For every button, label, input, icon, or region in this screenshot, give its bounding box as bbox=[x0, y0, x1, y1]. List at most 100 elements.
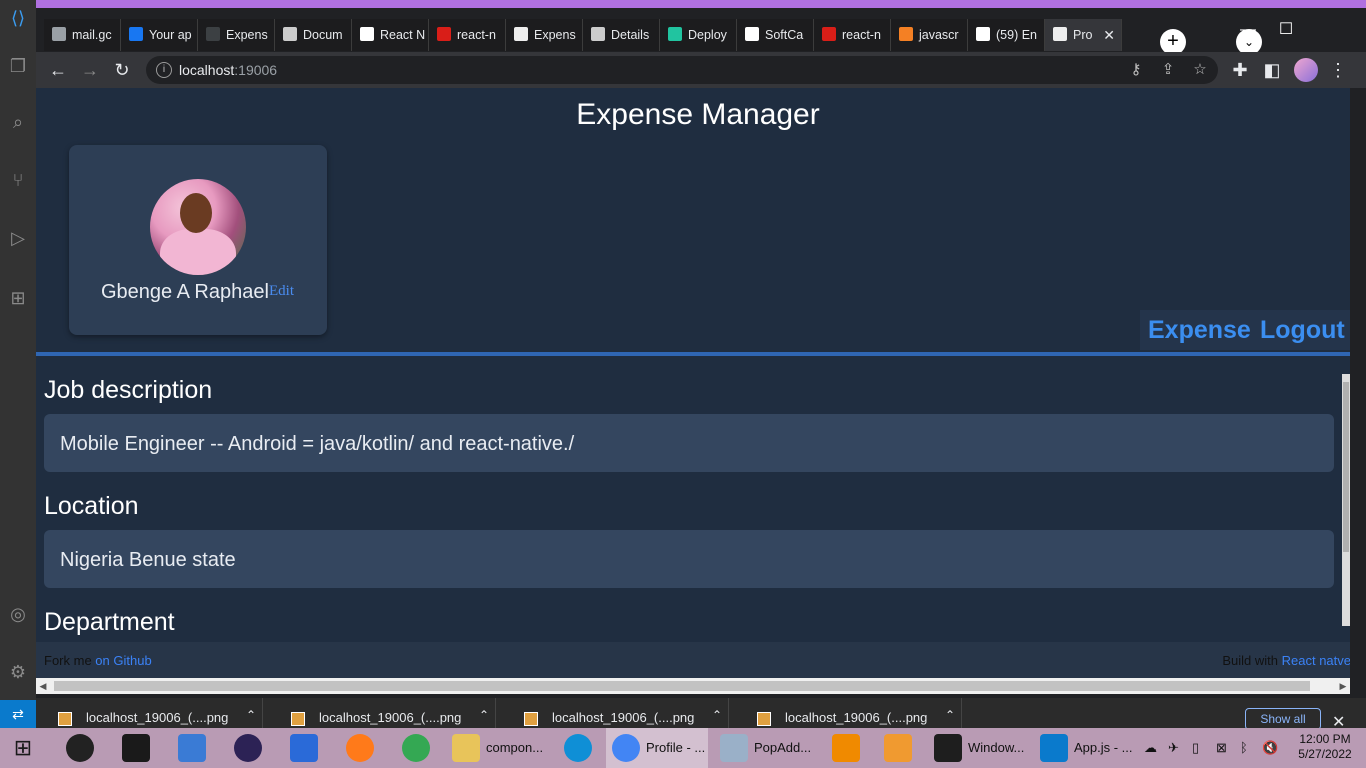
search-icon[interactable]: ⌕ bbox=[8, 112, 28, 132]
system-clock[interactable]: 12:00 PM 5/27/2022 bbox=[1290, 732, 1360, 762]
browser-tab[interactable]: (59) En bbox=[968, 19, 1045, 51]
minimize-button[interactable]: — bbox=[1232, 16, 1264, 44]
close-tab-icon[interactable]: ✕ bbox=[1103, 19, 1115, 51]
chevron-up-icon[interactable]: ⌃ bbox=[945, 708, 955, 722]
onedrive-icon[interactable]: ☁ bbox=[1144, 728, 1157, 768]
horizontal-scrollbar[interactable]: ◀ ▶ bbox=[36, 678, 1350, 694]
bookmark-star-icon[interactable]: ☆ bbox=[1188, 58, 1212, 82]
download-item[interactable]: localhost_19006_(....png ⌃ bbox=[269, 698, 496, 728]
taskbar-app[interactable]: PopAdd... bbox=[714, 728, 814, 768]
web-page: Expense Manager Gbenge A Raphael Edit Ex… bbox=[36, 88, 1350, 686]
windows-start-icon[interactable]: ⊞ bbox=[8, 736, 38, 760]
taskbar-app[interactable]: App.js - ... bbox=[1034, 728, 1134, 768]
taskbar-app[interactable] bbox=[284, 728, 320, 768]
image-file-icon bbox=[757, 712, 771, 726]
edit-profile-link[interactable]: Edit bbox=[269, 283, 294, 300]
extensions-icon[interactable]: ⊞ bbox=[8, 288, 28, 308]
browser-tab[interactable]: Deploy bbox=[660, 19, 737, 51]
chrome-icon bbox=[402, 734, 430, 762]
browser-tab[interactable]: Details bbox=[583, 19, 660, 51]
taskbar-app-active[interactable]: Profile - ... bbox=[606, 728, 708, 768]
airplane-mode-icon[interactable]: ✈ bbox=[1168, 728, 1179, 768]
tab-strip: mail.gc Your ap Expens Docum React N rea… bbox=[44, 19, 1150, 51]
media-player-icon bbox=[884, 734, 912, 762]
share-icon[interactable]: ⇪ bbox=[1156, 58, 1180, 82]
url-text[interactable]: localhost:19006 bbox=[179, 56, 277, 84]
download-item[interactable]: localhost_19006_(....png ⌃ bbox=[36, 698, 263, 728]
show-all-button[interactable]: Show all bbox=[1245, 708, 1321, 730]
settings-gear-icon[interactable]: ⚙ bbox=[8, 662, 28, 682]
site-info-icon[interactable]: i bbox=[156, 62, 172, 78]
lightning-app-icon bbox=[178, 734, 206, 762]
browser-tab-active[interactable]: Pro ✕ bbox=[1045, 19, 1122, 51]
chevron-up-icon[interactable]: ⌃ bbox=[712, 708, 722, 722]
browser-tab[interactable]: Your ap bbox=[121, 19, 198, 51]
side-panel-icon[interactable]: ◧ bbox=[1260, 58, 1284, 82]
reload-icon[interactable]: ↻ bbox=[110, 58, 134, 82]
taskbar-app[interactable] bbox=[340, 728, 376, 768]
taskbar-app[interactable] bbox=[878, 728, 914, 768]
browser-tab[interactable]: react-n bbox=[429, 19, 506, 51]
network-icon[interactable]: ⊠ bbox=[1216, 728, 1227, 768]
profile-avatar-icon[interactable] bbox=[1294, 58, 1318, 82]
taskbar-app[interactable]: Window... bbox=[928, 728, 1028, 768]
download-item[interactable]: localhost_19006_(....png ⌃ bbox=[735, 698, 962, 728]
nav-links: Expense Logout bbox=[1140, 310, 1350, 350]
job-description-field: Mobile Engineer -- Android = java/kotlin… bbox=[44, 414, 1334, 472]
browser-tab[interactable]: SoftCa bbox=[737, 19, 814, 51]
chevron-up-icon[interactable]: ⌃ bbox=[246, 708, 256, 722]
scroll-right-icon[interactable]: ▶ bbox=[1336, 678, 1350, 694]
taskbar-app[interactable] bbox=[172, 728, 208, 768]
logout-link[interactable]: Logout bbox=[1252, 310, 1350, 350]
taskbar-app[interactable]: compon... bbox=[446, 728, 546, 768]
scroll-left-icon[interactable]: ◀ bbox=[36, 678, 50, 694]
battery-icon[interactable]: ▯ bbox=[1192, 728, 1199, 768]
chevron-up-icon[interactable]: ⌃ bbox=[479, 708, 489, 722]
forward-arrow-icon[interactable]: → bbox=[78, 58, 102, 82]
github-link[interactable]: on Github bbox=[95, 653, 151, 668]
remote-status-icon[interactable]: ⇄ bbox=[0, 700, 36, 728]
vscode-logo-icon[interactable]: ⟨⟩ bbox=[8, 8, 28, 28]
explorer-icon[interactable]: ❐ bbox=[8, 56, 28, 76]
taskbar-app[interactable] bbox=[228, 728, 264, 768]
taskbar-app[interactable] bbox=[396, 728, 432, 768]
volume-muted-icon[interactable]: 🔇 bbox=[1262, 728, 1278, 768]
react-native-link[interactable]: React natve bbox=[1282, 653, 1350, 668]
more-menu-icon[interactable]: ⋮ bbox=[1326, 58, 1350, 82]
browser-tab[interactable]: React N bbox=[352, 19, 429, 51]
windows-taskbar: ⊞ compon... Profile - ... PopAdd... Wind… bbox=[0, 728, 1366, 768]
extensions-puzzle-icon[interactable]: ✚ bbox=[1228, 58, 1252, 82]
image-file-icon bbox=[58, 712, 72, 726]
browser-tab[interactable]: react-n bbox=[814, 19, 891, 51]
browser-tab[interactable]: Docum bbox=[275, 19, 352, 51]
maximize-button[interactable]: ☐ bbox=[1270, 16, 1302, 44]
tab-favicon-icon bbox=[822, 27, 836, 41]
browser-tab[interactable]: Expens bbox=[198, 19, 275, 51]
taskbar-app[interactable] bbox=[60, 728, 96, 768]
browser-tab[interactable]: mail.gc bbox=[44, 19, 121, 51]
terminal-icon bbox=[934, 734, 962, 762]
mysql-app-icon bbox=[122, 734, 150, 762]
back-arrow-icon[interactable]: ← bbox=[46, 58, 70, 82]
run-debug-icon[interactable]: ▷ bbox=[8, 228, 28, 248]
firefox-icon bbox=[346, 734, 374, 762]
browser-tab[interactable]: Expens bbox=[506, 19, 583, 51]
expense-link[interactable]: Expense bbox=[1140, 310, 1259, 350]
notepad-icon bbox=[720, 734, 748, 762]
content-scrollbar[interactable] bbox=[1342, 374, 1350, 626]
browser-tab[interactable]: javascr bbox=[891, 19, 968, 51]
taskbar-app[interactable] bbox=[558, 728, 594, 768]
browser-toolbar: ← → ↻ i localhost:19006 ⚷ ⇪ ☆ ✚ ◧ ⋮ bbox=[36, 52, 1366, 88]
tab-favicon-icon bbox=[1053, 27, 1067, 41]
bluetooth-icon[interactable]: ᛒ bbox=[1240, 728, 1248, 768]
address-bar[interactable]: i localhost:19006 ⚷ ⇪ ☆ bbox=[146, 56, 1218, 84]
taskbar-app[interactable] bbox=[116, 728, 152, 768]
download-item[interactable]: localhost_19006_(....png ⌃ bbox=[502, 698, 729, 728]
source-control-icon[interactable]: ⑂ bbox=[8, 170, 28, 190]
profile-name: Gbenge A Raphael bbox=[101, 281, 269, 303]
key-icon[interactable]: ⚷ bbox=[1124, 58, 1148, 82]
tab-favicon-icon bbox=[437, 27, 451, 41]
taskbar-app[interactable] bbox=[826, 728, 862, 768]
tab-favicon-icon bbox=[976, 27, 990, 41]
account-icon[interactable]: ◎ bbox=[8, 604, 28, 624]
